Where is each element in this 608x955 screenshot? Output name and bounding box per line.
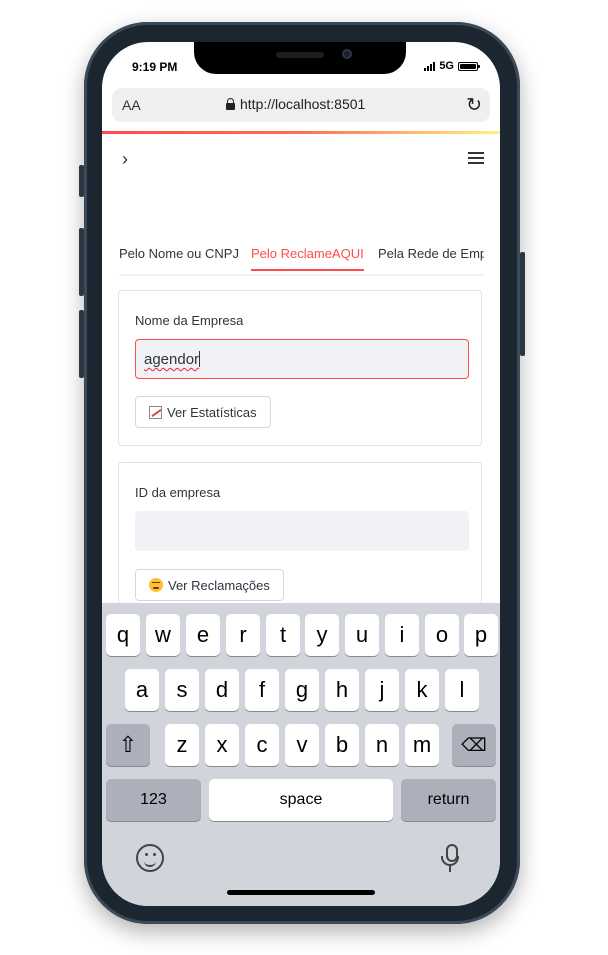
angry-face-icon — [149, 578, 163, 592]
text-size-button[interactable]: AA — [122, 97, 141, 113]
numbers-key[interactable]: 123 — [106, 779, 201, 821]
shift-key[interactable]: ⇧ — [106, 724, 150, 766]
ios-keyboard: q w e r t y u i o p a s d f g h j k l ⇧ … — [102, 603, 500, 906]
key-c[interactable]: c — [245, 724, 279, 766]
ver-reclamacoes-button[interactable]: Ver Reclamações — [135, 569, 284, 601]
key-q[interactable]: q — [106, 614, 140, 656]
ver-estatisticas-button[interactable]: Ver Estatísticas — [135, 396, 271, 428]
volume-up-button — [79, 228, 84, 296]
input-value: agendor — [144, 351, 200, 368]
text-caret — [199, 351, 201, 367]
key-u[interactable]: u — [345, 614, 379, 656]
reload-icon[interactable]: ↻ — [466, 94, 482, 117]
tab-bar: Pelo Nome ou CNPJ Pelo ReclameAQUI Pela … — [119, 242, 484, 276]
form-nome-empresa: Nome da Empresa agendor Ver Estatísticas — [118, 290, 482, 446]
signal-icon — [424, 61, 436, 71]
microphone-base — [449, 866, 451, 872]
status-time: 9:19 PM — [132, 60, 178, 74]
app-decoration-bar — [102, 131, 500, 134]
notch — [194, 42, 406, 74]
key-f[interactable]: f — [245, 669, 279, 711]
key-k[interactable]: k — [405, 669, 439, 711]
key-j[interactable]: j — [365, 669, 399, 711]
sidebar-expand-icon[interactable]: › — [122, 149, 128, 170]
id-empresa-input[interactable] — [135, 511, 469, 551]
key-y[interactable]: y — [305, 614, 339, 656]
chart-icon — [149, 405, 162, 419]
key-o[interactable]: o — [425, 614, 459, 656]
backspace-icon: ⌫ — [461, 734, 487, 755]
field-label: Nome da Empresa — [135, 313, 244, 328]
key-e[interactable]: e — [186, 614, 220, 656]
key-b[interactable]: b — [325, 724, 359, 766]
button-label: Ver Reclamações — [168, 577, 270, 593]
tab-nome-cnpj[interactable]: Pelo Nome ou CNPJ — [119, 246, 239, 269]
key-h[interactable]: h — [325, 669, 359, 711]
tab-rede-empresas[interactable]: Pela Rede de Empresas — [378, 246, 484, 269]
camera — [342, 49, 352, 59]
key-z[interactable]: z — [165, 724, 199, 766]
phone-screen: 9:19 PM 5G AA http://localhost:8501 ↻ › … — [102, 42, 500, 906]
emoji-icon[interactable] — [136, 844, 164, 872]
space-key[interactable]: space — [209, 779, 393, 821]
key-g[interactable]: g — [285, 669, 319, 711]
power-button — [520, 252, 525, 356]
key-v[interactable]: v — [285, 724, 319, 766]
backspace-key[interactable]: ⌫ — [452, 724, 496, 766]
key-s[interactable]: s — [165, 669, 199, 711]
field-label: ID da empresa — [135, 485, 221, 500]
status-indicators: 5G — [424, 60, 480, 72]
key-m[interactable]: m — [405, 724, 439, 766]
shift-icon: ⇧ — [118, 732, 138, 757]
form-id-empresa: ID da empresa Ver Reclamações — [118, 462, 482, 622]
key-w[interactable]: w — [146, 614, 180, 656]
battery-icon — [458, 61, 480, 71]
home-indicator[interactable] — [227, 890, 375, 895]
silent-switch — [79, 165, 84, 197]
key-l[interactable]: l — [445, 669, 479, 711]
tab-reclameaqui[interactable]: Pelo ReclameAQUI — [251, 246, 364, 271]
url-text: http://localhost:8501 — [240, 96, 366, 112]
network-label: 5G — [439, 60, 454, 72]
return-key[interactable]: return — [401, 779, 496, 821]
key-d[interactable]: d — [205, 669, 239, 711]
key-n[interactable]: n — [365, 724, 399, 766]
microphone-stand — [441, 856, 459, 866]
url-field[interactable]: http://localhost:8501 — [226, 96, 365, 112]
lock-icon — [226, 97, 235, 110]
key-a[interactable]: a — [125, 669, 159, 711]
menu-icon[interactable] — [468, 152, 484, 167]
button-label: Ver Estatísticas — [167, 404, 257, 420]
nome-empresa-input[interactable]: agendor — [135, 339, 469, 379]
key-i[interactable]: i — [385, 614, 419, 656]
volume-down-button — [79, 310, 84, 378]
key-r[interactable]: r — [226, 614, 260, 656]
key-p[interactable]: p — [464, 614, 498, 656]
key-t[interactable]: t — [266, 614, 300, 656]
speaker — [276, 52, 324, 58]
key-x[interactable]: x — [205, 724, 239, 766]
address-bar[interactable]: AA http://localhost:8501 ↻ — [112, 88, 490, 122]
